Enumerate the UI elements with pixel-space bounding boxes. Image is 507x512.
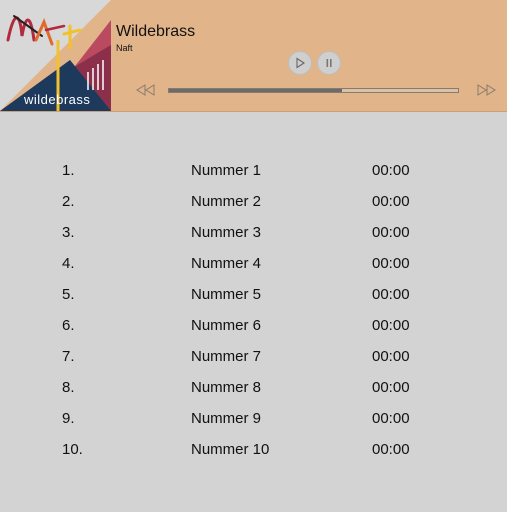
- rewind-icon: [136, 84, 155, 96]
- player-divider: [0, 111, 507, 112]
- track-name: Nummer 5: [191, 286, 262, 303]
- track-duration: 00:00: [372, 348, 410, 365]
- track-duration: 00:00: [372, 224, 410, 241]
- track-row[interactable]: 5. Nummer 5 00:00: [0, 279, 507, 310]
- track-duration: 00:00: [372, 441, 410, 458]
- track-name: Nummer 3: [191, 224, 262, 241]
- track-row[interactable]: 6. Nummer 6 00:00: [0, 310, 507, 341]
- track-duration: 00:00: [372, 286, 410, 303]
- progress-bar[interactable]: [168, 88, 459, 93]
- track-name: Nummer 10: [191, 441, 270, 458]
- track-name: Nummer 1: [191, 162, 262, 179]
- track-row[interactable]: 1. Nummer 1 00:00: [0, 155, 507, 186]
- track-row[interactable]: 9. Nummer 9 00:00: [0, 403, 507, 434]
- progress-fill: [169, 89, 343, 92]
- track-number: 6.: [62, 317, 75, 334]
- play-button[interactable]: [288, 51, 312, 75]
- track-duration: 00:00: [372, 255, 410, 272]
- track-duration: 00:00: [372, 193, 410, 210]
- track-title: Wildebrass: [116, 23, 196, 40]
- track-row[interactable]: 4. Nummer 4 00:00: [0, 248, 507, 279]
- track-number: 8.: [62, 379, 75, 396]
- track-row[interactable]: 8. Nummer 8 00:00: [0, 372, 507, 403]
- play-icon: [296, 57, 306, 69]
- track-number: 7.: [62, 348, 75, 365]
- track-row[interactable]: 7. Nummer 7 00:00: [0, 341, 507, 372]
- track-name: Nummer 4: [191, 255, 262, 272]
- track-duration: 00:00: [372, 379, 410, 396]
- pause-button[interactable]: [317, 51, 341, 75]
- album-cover: wildebrass: [0, 0, 111, 111]
- track-row[interactable]: 3. Nummer 3 00:00: [0, 217, 507, 248]
- track-number: 4.: [62, 255, 75, 272]
- track-name: Nummer 7: [191, 348, 262, 365]
- track-number: 10.: [62, 441, 83, 458]
- track-duration: 00:00: [372, 317, 410, 334]
- fast-forward-button[interactable]: [475, 83, 497, 97]
- track-number: 3.: [62, 224, 75, 241]
- album-cover-word: wildebrass: [24, 92, 91, 107]
- track-name: Nummer 2: [191, 193, 262, 210]
- player-bar: wildebrass Wildebrass Naft: [0, 0, 507, 112]
- track-number: 9.: [62, 410, 75, 427]
- pause-icon: [326, 59, 332, 67]
- track-row[interactable]: 2. Nummer 2 00:00: [0, 186, 507, 217]
- track-duration: 00:00: [372, 162, 410, 179]
- track-name: Nummer 6: [191, 317, 262, 334]
- track-name: Nummer 9: [191, 410, 262, 427]
- rewind-button[interactable]: [135, 83, 157, 97]
- track-number: 2.: [62, 193, 75, 210]
- track-row[interactable]: 10. Nummer 10 00:00: [0, 434, 507, 465]
- fast-forward-icon: [477, 84, 496, 96]
- track-number: 1.: [62, 162, 75, 179]
- track-number: 5.: [62, 286, 75, 303]
- track-duration: 00:00: [372, 410, 410, 427]
- track-name: Nummer 8: [191, 379, 262, 396]
- track-artist: Naft: [116, 43, 133, 53]
